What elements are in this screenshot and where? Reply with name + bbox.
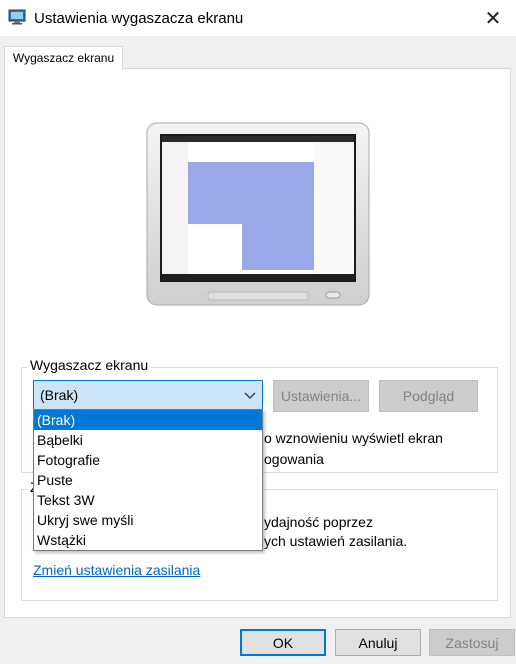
chevron-down-icon: [244, 392, 256, 399]
power-text-line2: ych ustawień zasilania.: [264, 533, 408, 549]
settings-button[interactable]: Ustawienia...: [273, 380, 369, 412]
close-icon: ✕: [484, 7, 502, 30]
resume-text: o wznowieniu wyświetl ekran: [264, 430, 443, 446]
preview-button[interactable]: Podgląd: [379, 380, 478, 412]
dropdown-option[interactable]: (Brak): [34, 410, 262, 430]
close-button[interactable]: ✕: [470, 0, 516, 36]
login-text: ogowania: [264, 451, 324, 467]
dropdown-option[interactable]: Bąbelki: [34, 430, 262, 450]
screensaver-group-label: Wygaszacz ekranu: [27, 357, 152, 373]
ok-button[interactable]: OK: [240, 629, 326, 656]
dropdown-option[interactable]: Puste: [34, 470, 262, 490]
change-power-settings-link[interactable]: Zmień ustawienia zasilania: [33, 562, 200, 578]
dropdown-option[interactable]: Tekst 3W: [34, 490, 262, 510]
dropdown-option[interactable]: Wstążki: [34, 530, 262, 550]
dropdown-option[interactable]: Ukryj swe myśli: [34, 510, 262, 530]
title-bar: Ustawienia wygaszacza ekranu ✕: [0, 0, 516, 36]
monitor-preview: [146, 122, 370, 306]
power-text-line1: ydajność poprzez: [264, 514, 373, 530]
tab-screensaver[interactable]: Wygaszacz ekranu: [4, 46, 123, 70]
screensaver-monitor-icon: [8, 9, 26, 25]
apply-button[interactable]: Zastosuj: [429, 629, 515, 656]
dropdown-option[interactable]: Fotografie: [34, 450, 262, 470]
screensaver-dropdown-list: (Brak) Bąbelki Fotografie Puste Tekst 3W…: [33, 409, 263, 551]
screensaver-select[interactable]: (Brak): [33, 380, 263, 410]
cancel-button[interactable]: Anuluj: [335, 629, 421, 656]
monitor-illustration: [146, 122, 370, 306]
window-title: Ustawienia wygaszacza ekranu: [34, 10, 244, 27]
screensaver-select-value: (Brak): [40, 387, 79, 403]
